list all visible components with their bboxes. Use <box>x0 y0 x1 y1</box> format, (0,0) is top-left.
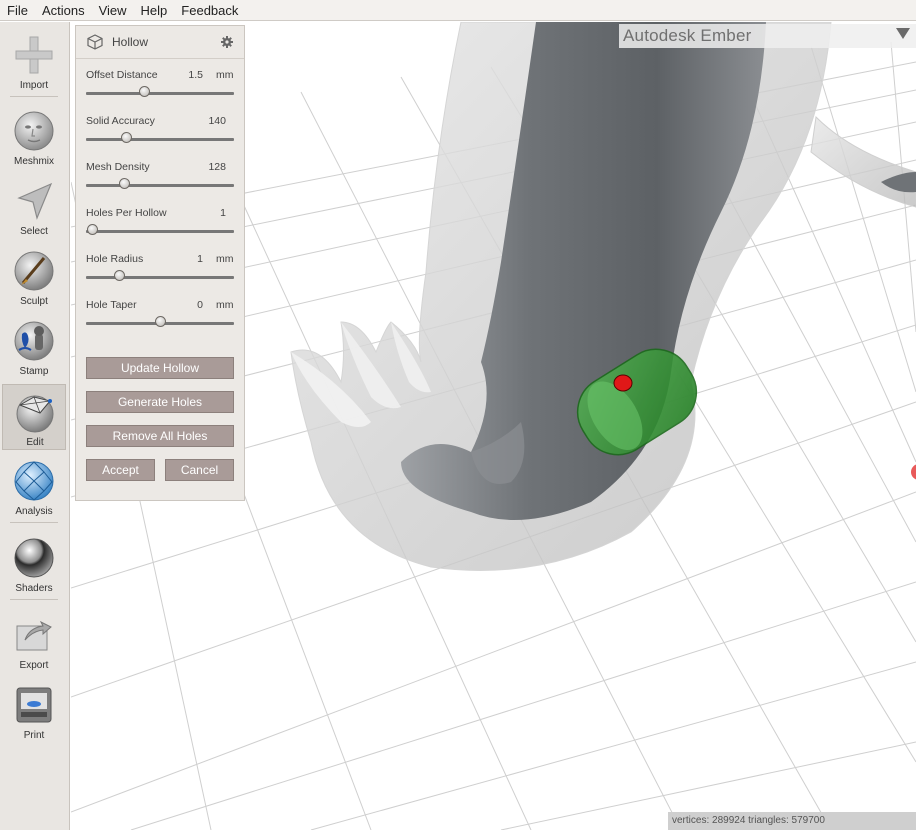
param-value[interactable]: 0 <box>163 299 203 311</box>
tool-edit[interactable]: Edit <box>2 384 66 450</box>
menu-feedback[interactable]: Feedback <box>174 0 245 21</box>
tool-label: Print <box>23 730 45 741</box>
param-solid-accuracy: Solid Accuracy 140 <box>76 115 244 161</box>
param-value[interactable]: 140 <box>186 115 226 127</box>
slider-thumb[interactable] <box>120 132 132 143</box>
slider-thumb[interactable] <box>155 316 166 327</box>
accept-button[interactable]: Accept <box>86 459 155 481</box>
param-mesh-density: Mesh Density 128 <box>76 161 244 207</box>
brand-bar: Autodesk Ember <box>619 24 916 48</box>
param-offset-distance: Offset Distance 1.5 mm <box>76 69 244 115</box>
tool-label: Export <box>19 660 49 671</box>
slider-track[interactable] <box>86 276 234 279</box>
slider-track[interactable] <box>86 92 234 95</box>
tool-stamp[interactable]: Stamp <box>2 314 66 380</box>
brush-icon <box>14 251 54 291</box>
param-hole-radius: Hole Radius 1 mm <box>76 253 244 299</box>
divider <box>10 522 58 523</box>
tool-label: Meshmix <box>13 156 54 167</box>
slider-track[interactable] <box>86 230 234 233</box>
stamp-icon <box>14 321 54 361</box>
menu-view[interactable]: View <box>92 0 134 21</box>
slider-track[interactable] <box>86 184 234 187</box>
menu-file[interactable]: File <box>0 0 35 21</box>
tool-label: Import <box>19 80 49 91</box>
param-label: Solid Accuracy <box>86 115 155 127</box>
tool-select[interactable]: Select <box>2 174 66 240</box>
slider-track[interactable] <box>86 138 234 141</box>
tool-label: Edit <box>26 437 44 448</box>
edit-mesh-icon <box>16 395 54 433</box>
param-value[interactable]: 1 <box>163 253 203 265</box>
update-hollow-button[interactable]: Update Hollow <box>86 357 234 379</box>
arrow-cursor-icon <box>17 182 53 220</box>
tool-sidebar: Import Meshmix Select Sculpt Stamp Edit … <box>0 22 70 830</box>
divider <box>10 599 58 600</box>
param-label: Hole Taper <box>86 299 137 311</box>
cube-icon <box>87 34 103 50</box>
param-unit: mm <box>216 299 234 311</box>
param-label: Mesh Density <box>86 161 150 173</box>
tool-shaders[interactable]: Shaders <box>2 531 66 597</box>
chrome-sphere-icon <box>14 538 54 578</box>
background-claw <box>810 115 916 208</box>
tool-sculpt[interactable]: Sculpt <box>2 244 66 310</box>
hole-marker <box>613 374 633 392</box>
slider-thumb[interactable] <box>138 86 150 97</box>
brand-name: Autodesk Ember <box>623 26 752 45</box>
tool-export[interactable]: Export <box>2 608 66 674</box>
plus-icon <box>15 36 53 74</box>
mesh-stats: vertices: 289924 triangles: 579700 <box>668 812 916 830</box>
param-value[interactable]: 128 <box>186 161 226 173</box>
hollow-panel: Hollow Offset Distance 1.5 mm Solid Accu… <box>75 25 245 501</box>
param-value[interactable]: 1.5 <box>163 69 203 81</box>
tool-label: Sculpt <box>20 296 48 307</box>
param-value[interactable]: 1 <box>186 207 226 219</box>
menu-help[interactable]: Help <box>134 0 175 21</box>
divider <box>10 96 58 97</box>
tool-print[interactable]: Print <box>2 678 66 744</box>
gear-icon[interactable] <box>220 35 234 49</box>
slider-thumb[interactable] <box>113 270 125 281</box>
param-label: Holes Per Hollow <box>86 207 167 219</box>
export-icon <box>16 620 52 651</box>
param-label: Hole Radius <box>86 253 144 265</box>
tool-import[interactable]: Import <box>2 28 66 94</box>
remove-all-holes-button[interactable]: Remove All Holes <box>86 425 234 447</box>
menu-actions[interactable]: Actions <box>35 0 92 21</box>
tool-label: Shaders <box>15 583 53 594</box>
tool-label: Stamp <box>19 366 49 377</box>
param-hole-taper: Hole Taper 0 mm <box>76 299 244 345</box>
printer-icon <box>16 687 52 723</box>
geodesic-sphere-icon <box>14 461 54 501</box>
tool-analysis[interactable]: Analysis <box>2 454 66 520</box>
tool-label: Analysis <box>15 506 53 517</box>
tool-meshmix[interactable]: Meshmix <box>2 104 66 170</box>
param-unit: mm <box>216 69 234 81</box>
generate-holes-button[interactable]: Generate Holes <box>86 391 234 413</box>
slider-thumb[interactable] <box>86 224 98 235</box>
tool-label: Select <box>20 226 48 237</box>
param-label: Offset Distance <box>86 69 158 81</box>
param-holes-per-hollow: Holes Per Hollow 1 <box>76 207 244 253</box>
panel-header: Hollow <box>76 26 244 59</box>
param-unit: mm <box>216 253 234 265</box>
panel-title: Hollow <box>112 35 149 49</box>
menu-bar: File Actions View Help Feedback <box>0 0 916 21</box>
dropdown-arrow-icon[interactable] <box>896 28 910 39</box>
cancel-button[interactable]: Cancel <box>165 459 234 481</box>
slider-thumb[interactable] <box>119 178 131 189</box>
face-icon <box>14 111 54 151</box>
